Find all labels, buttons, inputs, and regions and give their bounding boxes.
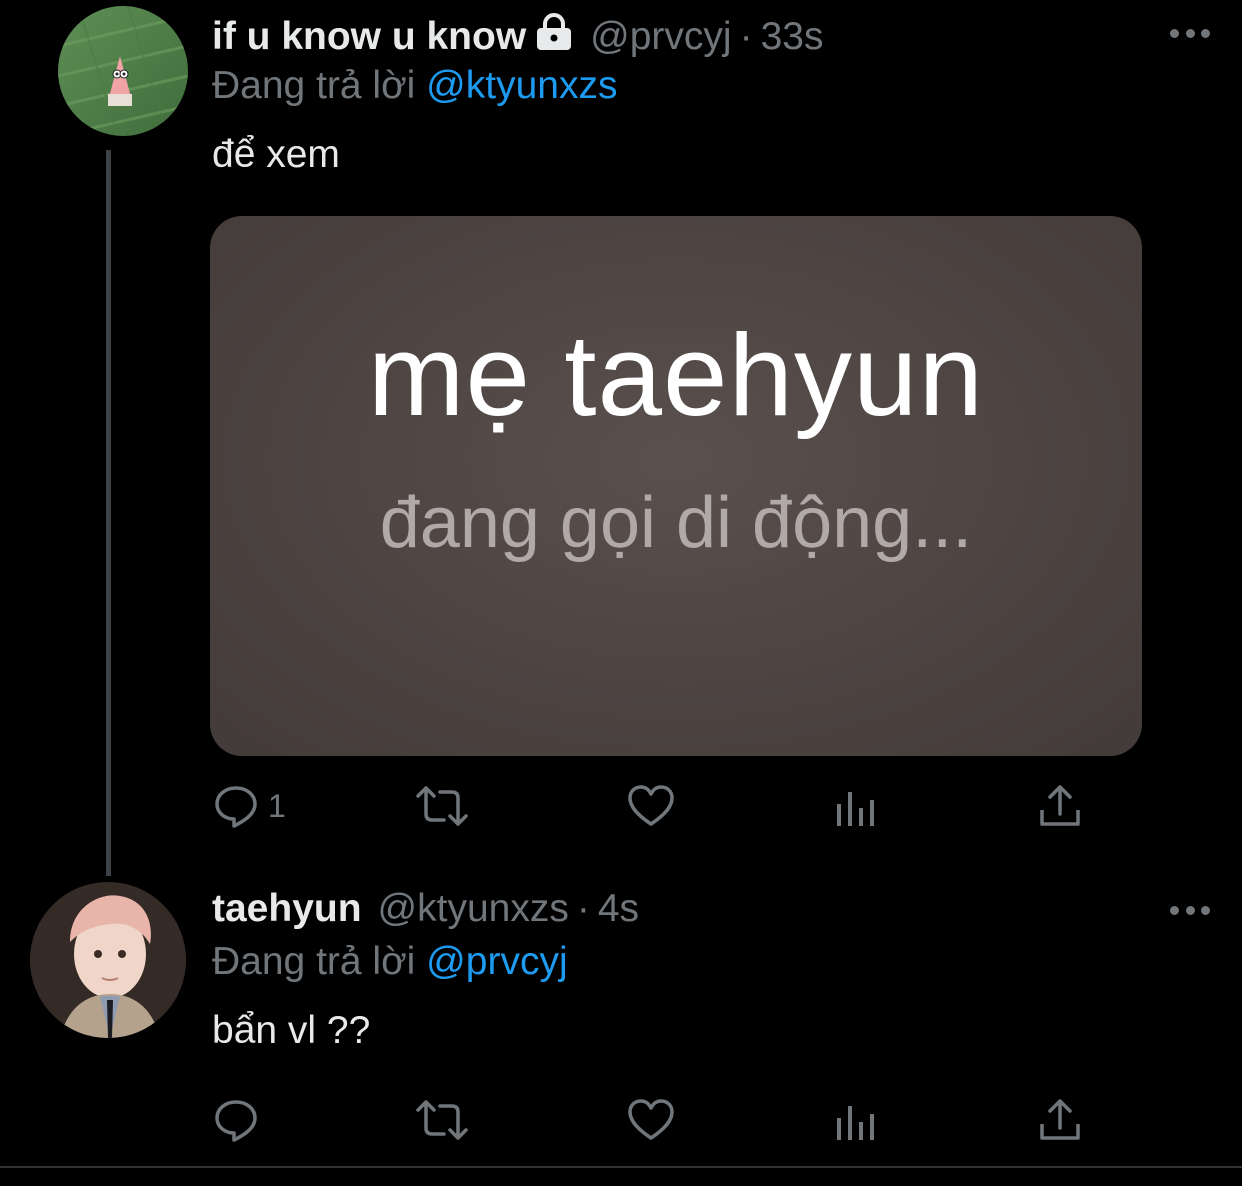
tweet-text: bẩn vl ??	[212, 1009, 371, 1052]
analytics-button[interactable]	[834, 778, 878, 834]
lock-icon	[534, 13, 574, 61]
retweet-button[interactable]	[412, 1092, 472, 1148]
heart-icon	[628, 1099, 674, 1140]
share-icon	[1040, 1099, 1080, 1140]
reply-mention-link[interactable]: @prvcyj	[426, 940, 567, 983]
patrick-avatar-icon	[58, 6, 188, 136]
tweet-media-image[interactable]: mẹ taehyun đang gọi di động...	[210, 216, 1142, 756]
share-button[interactable]	[1038, 778, 1082, 834]
media-caller-name: mẹ taehyun	[367, 310, 985, 440]
replying-to-label: Đang trả lời	[212, 64, 416, 107]
timestamp[interactable]: 4s	[598, 887, 639, 931]
tweet-actions	[212, 1092, 1092, 1148]
reply-button[interactable]: 1	[212, 778, 286, 834]
reply-mention-link[interactable]: @ktyunxzs	[426, 64, 617, 107]
retweet-icon	[416, 786, 468, 826]
analytics-icon	[837, 1106, 874, 1140]
user-handle[interactable]: @prvcyj	[590, 15, 731, 59]
tweet-actions: 1	[212, 778, 1092, 834]
share-icon	[1040, 785, 1080, 826]
avatar[interactable]	[30, 882, 186, 1038]
tweet-text: để xem	[212, 133, 340, 176]
analytics-button[interactable]	[834, 1092, 878, 1148]
more-options-icon[interactable]	[1170, 26, 1210, 40]
reply-count: 1	[268, 787, 286, 824]
reply-icon	[215, 786, 257, 828]
like-button[interactable]	[626, 1092, 676, 1148]
reply-button[interactable]	[212, 1092, 268, 1148]
tweet-header: taehyun @ktyunxzs · 4s	[212, 884, 639, 934]
display-name[interactable]: if u know u know	[212, 15, 526, 59]
separator-dot: ·	[739, 15, 753, 58]
more-options-icon[interactable]	[1170, 903, 1210, 917]
taehyun-avatar-icon	[30, 882, 186, 1038]
replying-to: Đang trả lời @prvcyj	[212, 940, 568, 984]
share-button[interactable]	[1038, 1092, 1082, 1148]
like-button[interactable]	[626, 778, 676, 834]
separator-dot: ·	[576, 887, 590, 930]
timestamp[interactable]: 33s	[761, 15, 824, 59]
user-handle[interactable]: @ktyunxzs	[378, 887, 569, 931]
reply-icon	[215, 1100, 257, 1142]
replying-to: Đang trả lời @ktyunxzs	[212, 64, 617, 108]
retweet-icon	[416, 1100, 468, 1140]
replying-to-label: Đang trả lời	[212, 940, 416, 983]
display-name[interactable]: taehyun	[212, 887, 362, 931]
media-call-status: đang gọi di động...	[379, 483, 973, 563]
avatar[interactable]	[58, 6, 188, 136]
heart-icon	[628, 785, 674, 826]
tweet-header: if u know u know @prvcyj · 33s	[212, 12, 823, 62]
retweet-button[interactable]	[412, 778, 472, 834]
thread-connector-line	[106, 150, 111, 876]
analytics-icon	[837, 792, 874, 826]
divider	[0, 1166, 1242, 1168]
